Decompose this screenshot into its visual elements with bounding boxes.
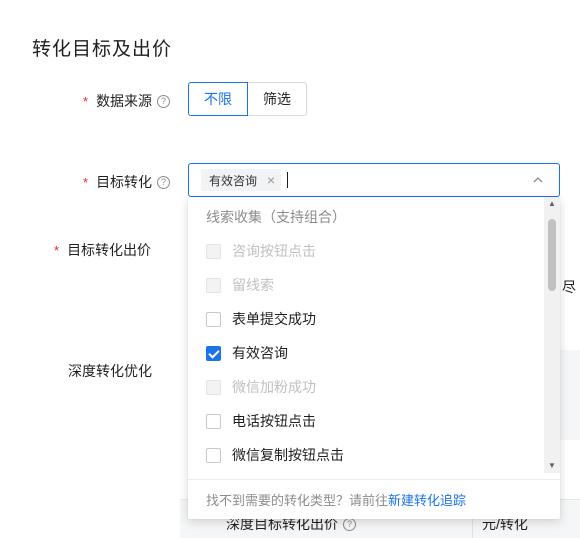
option-label: 微信复制按钮点击 (232, 447, 344, 463)
background-panel (560, 350, 580, 440)
checkbox[interactable] (206, 379, 221, 395)
selected-tag-label: 有效咨询 (209, 173, 258, 188)
text-caret (287, 172, 289, 188)
help-icon[interactable]: ? (343, 517, 356, 531)
chevron-up-icon[interactable] (533, 175, 543, 185)
partial-hint-text: 尽 (562, 279, 576, 295)
target-conversion-label: * 目标转化 ? (83, 172, 171, 192)
scroll-up-icon[interactable]: ▲ (544, 197, 560, 211)
option-valid-consult[interactable]: 有效咨询 (206, 342, 288, 364)
option-wechat-copy-click[interactable]: 微信复制按钮点击 (206, 444, 344, 466)
data-source-label-text: 数据来源 (96, 93, 153, 109)
option-leave-lead[interactable]: 留线索 (206, 274, 274, 296)
option-wechat-follow[interactable]: 微信加粉成功 (206, 376, 316, 398)
tag-close-icon[interactable]: × (267, 172, 275, 188)
data-source-option-filter[interactable]: 筛选 (247, 82, 307, 116)
required-mark: * (83, 174, 89, 190)
option-form-submit[interactable]: 表单提交成功 (206, 308, 316, 330)
dropdown-footer: 找不到需要的转化类型？请前往 新建转化追踪 (188, 479, 560, 519)
option-label: 电话按钮点击 (232, 413, 316, 429)
checkbox-checked[interactable] (206, 345, 221, 361)
deep-optimization-label-text: 深度转化优化 (68, 363, 152, 379)
selected-tag: 有效咨询 × (201, 169, 282, 191)
required-mark: * (54, 242, 60, 258)
target-bid-label: * 目标转化出价 (54, 240, 151, 260)
data-source-option-unlimited[interactable]: 不限 (188, 82, 248, 116)
option-label: 咨询按钮点击 (232, 243, 316, 259)
checkbox[interactable] (206, 311, 221, 327)
conversion-dropdown: 线索收集（支持组合） 咨询按钮点击 留线索 表单提交成功 有效咨询 微信加粉成功… (188, 197, 560, 519)
target-conversion-label-text: 目标转化 (96, 174, 153, 190)
required-mark: * (83, 93, 89, 109)
option-label: 微信加粉成功 (232, 379, 316, 395)
dropdown-scrollbar[interactable]: ▲ ▼ (544, 197, 560, 473)
scroll-down-icon[interactable]: ▼ (544, 459, 560, 473)
group-title: 线索收集（支持组合） (206, 209, 346, 225)
checkbox[interactable] (206, 413, 221, 429)
section-title: 转化目标及出价 (32, 39, 173, 60)
option-label: 有效咨询 (232, 345, 288, 361)
help-icon[interactable]: ? (157, 94, 171, 108)
scrollbar-thumb[interactable] (548, 219, 556, 291)
option-label: 表单提交成功 (232, 311, 316, 327)
new-conversion-tracking-link[interactable]: 新建转化追踪 (388, 490, 466, 509)
data-source-label: * 数据来源 ? (83, 91, 171, 111)
option-phone-button-click[interactable]: 电话按钮点击 (206, 410, 316, 432)
help-icon[interactable]: ? (157, 175, 171, 189)
checkbox[interactable] (206, 277, 221, 293)
checkbox[interactable] (206, 243, 221, 259)
footer-text: 找不到需要的转化类型？请前往 (206, 493, 389, 508)
checkbox[interactable] (206, 447, 221, 463)
deep-optimization-label: 深度转化优化 (68, 361, 152, 381)
target-bid-label-text: 目标转化出价 (67, 242, 152, 258)
target-conversion-select[interactable]: 有效咨询 × (188, 163, 560, 197)
option-label: 留线索 (232, 277, 274, 293)
data-source-segmented: 不限 筛选 (188, 82, 307, 116)
option-consult-button-click[interactable]: 咨询按钮点击 (206, 240, 316, 262)
